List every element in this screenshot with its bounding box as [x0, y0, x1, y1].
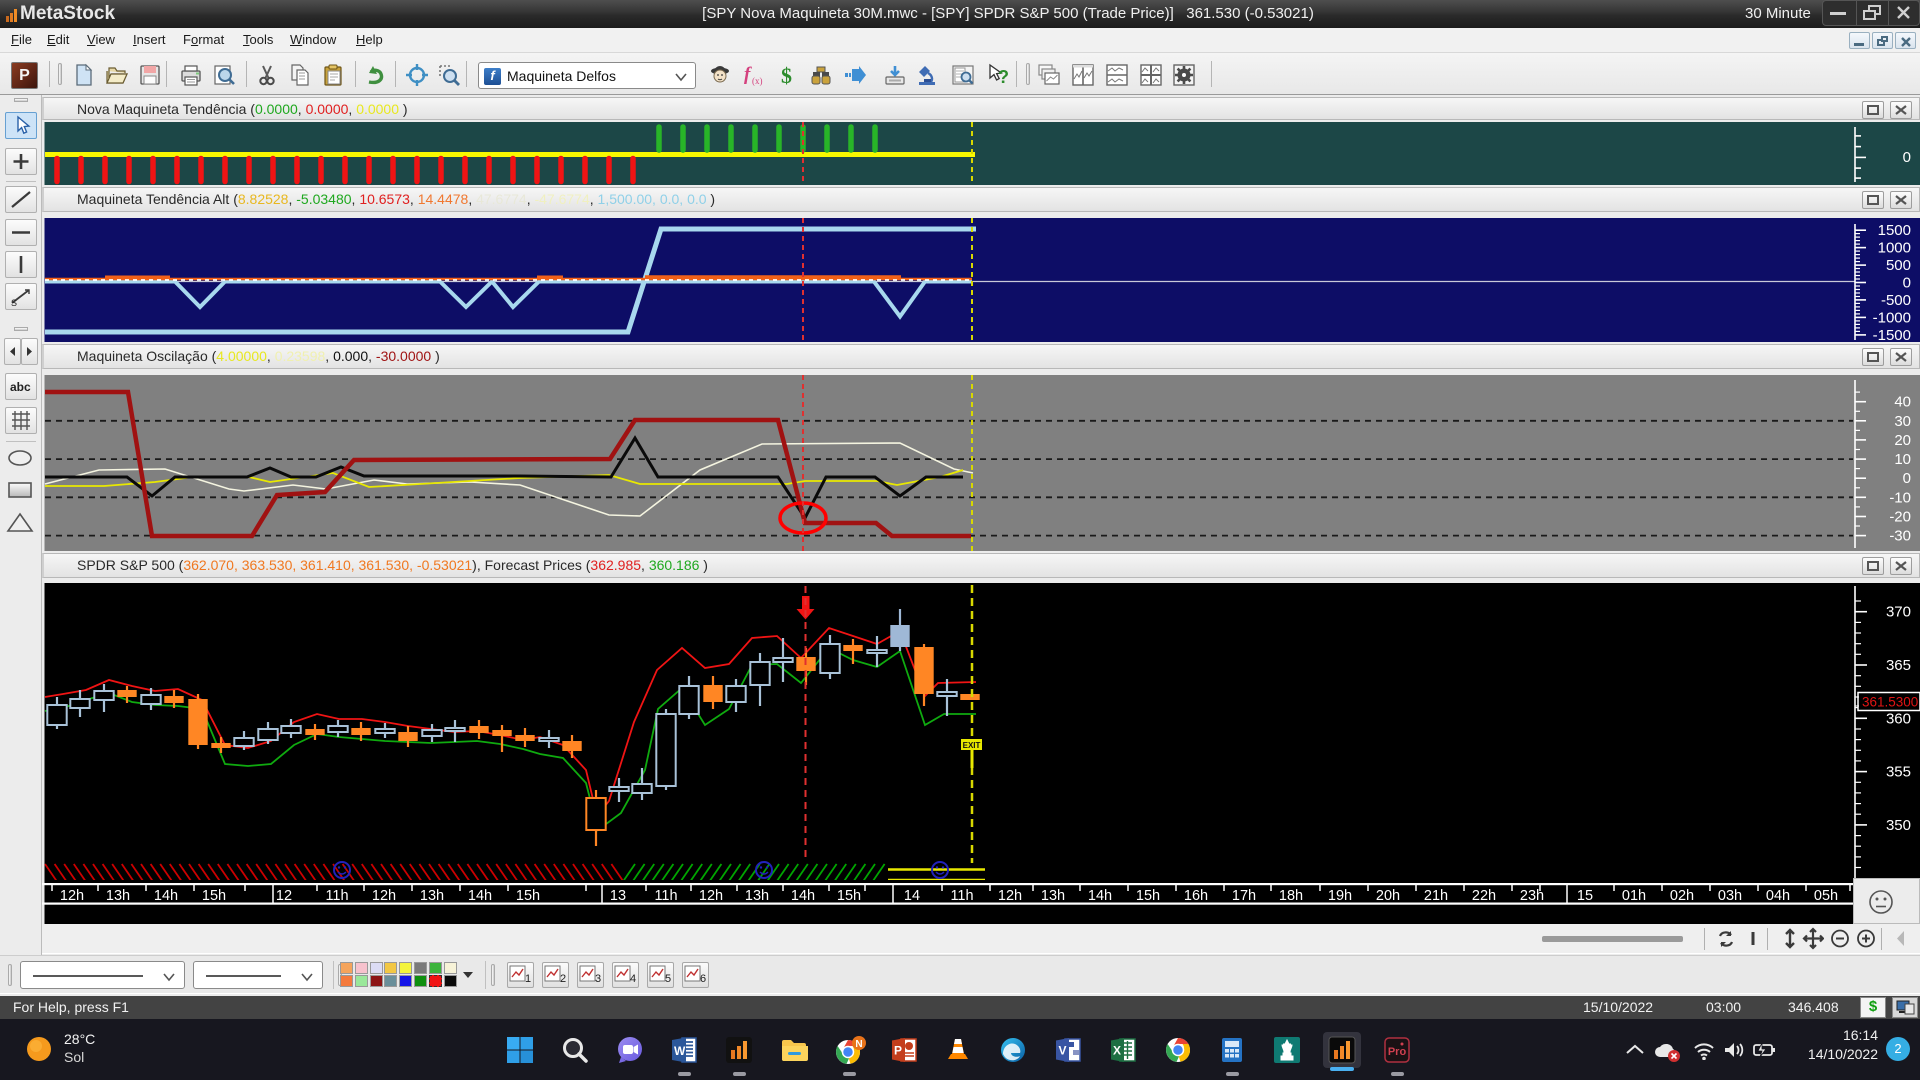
svg-text:1000: 1000: [1878, 240, 1911, 257]
svg-text:X: X: [1113, 1044, 1121, 1058]
svg-text:16h: 16h: [1184, 888, 1208, 904]
svg-text:19h: 19h: [1328, 888, 1352, 904]
svg-text:4: 4: [630, 973, 636, 985]
svg-text:13h: 13h: [745, 888, 769, 904]
svg-text:?: ?: [998, 67, 1009, 87]
svg-text:0: 0: [1903, 275, 1911, 292]
svg-text:14h: 14h: [154, 888, 178, 904]
svg-text:22h: 22h: [1472, 888, 1496, 904]
svg-text:2: 2: [560, 973, 566, 985]
svg-text:14h: 14h: [791, 888, 815, 904]
svg-text:30: 30: [1894, 413, 1911, 430]
svg-text:1: 1: [525, 973, 531, 985]
svg-text:13h: 13h: [420, 888, 444, 904]
svg-text:14h: 14h: [1088, 888, 1112, 904]
svg-text:01h: 01h: [1622, 888, 1646, 904]
svg-text:Pro: Pro: [1388, 1046, 1407, 1058]
svg-text:-20: -20: [1889, 509, 1911, 526]
svg-text:11h: 11h: [654, 888, 677, 904]
svg-text:-1000: -1000: [1873, 309, 1911, 326]
svg-text:15h: 15h: [202, 888, 226, 904]
svg-text:365: 365: [1886, 657, 1911, 674]
svg-text:18h: 18h: [1279, 888, 1303, 904]
svg-text:04h: 04h: [1766, 888, 1790, 904]
svg-text:-1500: -1500: [1873, 327, 1911, 342]
svg-text:17h: 17h: [1232, 888, 1256, 904]
svg-text:500: 500: [1886, 257, 1911, 274]
svg-text:20h: 20h: [1376, 888, 1400, 904]
svg-text:10: 10: [1894, 451, 1911, 468]
svg-text:3: 3: [595, 973, 601, 985]
svg-text:13h: 13h: [106, 888, 130, 904]
svg-text:S: S: [11, 298, 17, 308]
svg-text:12h: 12h: [372, 888, 396, 904]
svg-text:P: P: [894, 1044, 902, 1058]
svg-text:12h: 12h: [60, 888, 84, 904]
svg-text:12h: 12h: [998, 888, 1022, 904]
svg-text:14h: 14h: [468, 888, 492, 904]
svg-text:14: 14: [904, 888, 920, 904]
svg-text:V: V: [1059, 1044, 1067, 1058]
svg-text:15h: 15h: [516, 888, 540, 904]
svg-text:abc: abc: [10, 380, 31, 394]
svg-text:05h: 05h: [1814, 888, 1838, 904]
svg-text:360: 360: [1886, 710, 1911, 727]
svg-text:1500: 1500: [1878, 222, 1911, 239]
svg-text:12h: 12h: [699, 888, 723, 904]
svg-text:0: 0: [1903, 470, 1911, 487]
svg-text:11h: 11h: [325, 888, 348, 904]
svg-text:370: 370: [1886, 604, 1911, 621]
svg-text:03h: 03h: [1718, 888, 1742, 904]
svg-text:-500: -500: [1881, 292, 1911, 309]
svg-text:13: 13: [610, 888, 626, 904]
svg-text:21h: 21h: [1424, 888, 1448, 904]
svg-text:11h: 11h: [950, 888, 973, 904]
svg-text:W: W: [674, 1044, 686, 1058]
svg-text:02h: 02h: [1670, 888, 1694, 904]
svg-text:$: $: [781, 63, 792, 87]
svg-text:6: 6: [700, 973, 706, 985]
svg-text:15: 15: [1577, 888, 1593, 904]
svg-text:15h: 15h: [1136, 888, 1160, 904]
svg-text:-10: -10: [1889, 489, 1911, 506]
svg-text:N: N: [855, 1039, 862, 1050]
svg-text:0: 0: [1903, 149, 1911, 166]
svg-text:355: 355: [1886, 764, 1911, 781]
svg-text:EXIT: EXIT: [963, 741, 981, 750]
svg-text:20: 20: [1894, 432, 1911, 449]
svg-text:40: 40: [1894, 394, 1911, 411]
svg-text:-30: -30: [1889, 528, 1911, 545]
svg-text:15h: 15h: [837, 888, 861, 904]
svg-text:361.5300: 361.5300: [1862, 695, 1918, 710]
svg-text:350: 350: [1886, 817, 1911, 834]
svg-text:f: f: [744, 64, 752, 85]
svg-text:(x): (x): [752, 76, 763, 86]
svg-text:12: 12: [276, 888, 292, 904]
svg-text:5: 5: [665, 973, 671, 985]
svg-text:13h: 13h: [1041, 888, 1065, 904]
